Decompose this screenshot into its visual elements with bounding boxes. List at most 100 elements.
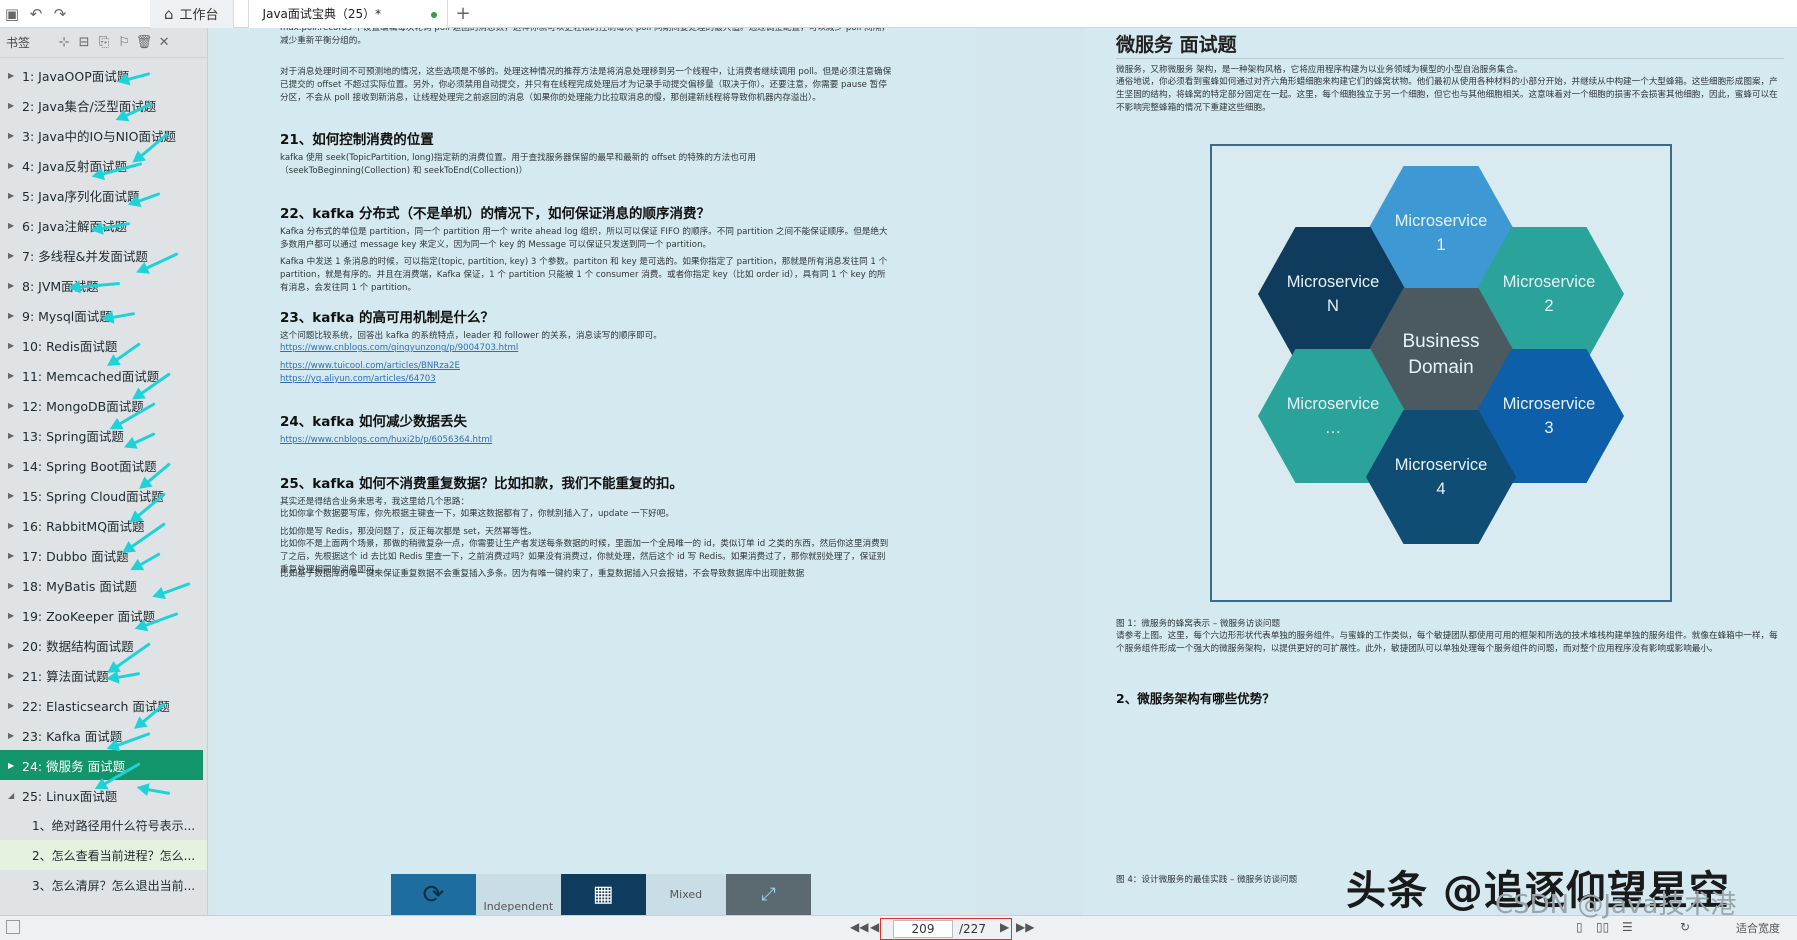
sidebar-title: 书签 <box>6 36 31 50</box>
sidebar-item[interactable]: ▶ 15: Spring Cloud面试题 <box>0 480 207 510</box>
expand-triangle-icon[interactable]: ▶ <box>8 671 20 680</box>
strip-label: Mixed <box>645 874 727 915</box>
save-icon[interactable]: ▣ <box>0 2 24 26</box>
paragraph: 请参考上图。这里，每个六边形形状代表单独的服务组件。与蜜蜂的工作类似，每个敏捷团… <box>1116 631 1778 654</box>
sidebar-child-item[interactable]: 1、绝对路径用什么符号表示... <box>0 810 207 840</box>
expand-triangle-icon[interactable]: ▶ <box>8 641 20 650</box>
sidebar-item[interactable]: ▶ 12: MongoDB面试题 <box>0 390 207 420</box>
sidebar-item[interactable]: ▶ 20: 数据结构面试题 <box>0 630 207 660</box>
title-divider <box>1116 58 1784 59</box>
expand-triangle-icon[interactable]: ▶ <box>8 311 20 320</box>
fit-width-button[interactable]: 适合宽度 <box>1736 920 1780 936</box>
tab-document[interactable]: Java面试宝典（25）* <box>247 0 448 28</box>
link[interactable]: https://www.cnblogs.com/qingyunzong/p/90… <box>280 342 518 355</box>
expand-triangle-icon[interactable]: ▶ <box>8 701 20 710</box>
collapse-all-icon[interactable]: ⊟ <box>74 35 94 50</box>
new-tab-button[interactable]: + <box>456 3 471 24</box>
expand-triangle-icon[interactable]: ▶ <box>8 101 20 110</box>
expand-triangle-icon[interactable]: ▶ <box>8 431 20 440</box>
watermark-csdn: CSDN @Java技术港 <box>1495 890 1737 920</box>
page-total: /227 <box>959 922 986 936</box>
sidebar-item[interactable]: ▶ 11: Memcached面试题 <box>0 360 207 390</box>
sidebar-item[interactable]: ▶ 16: RabbitMQ面试题 <box>0 510 207 540</box>
sidebar-child-item-selected[interactable]: 2、怎么查看当前进程？怎么... <box>0 840 207 870</box>
document-page-left: max.poll.records 中设置编辑每次轮询 poll 返回的消息数，这… <box>216 28 976 915</box>
expand-triangle-icon[interactable]: ▶ <box>8 161 20 170</box>
add-bookmark-icon[interactable]: ⎘ <box>94 35 114 50</box>
paragraph: 比如你拿个数据要写库，你先根据主键查一下，如果这数据都有了，你就别插入了，upd… <box>280 509 674 519</box>
next-page-icon[interactable]: ▶ <box>1000 920 1009 934</box>
sidebar-item-active[interactable]: ▶ 24: 微服务 面试题 <box>0 750 203 780</box>
expand-triangle-icon[interactable]: ▶ <box>8 131 20 140</box>
sidebar-item[interactable]: ▶ 5: Java序列化面试题 <box>0 180 207 210</box>
document-viewer[interactable]: max.poll.records 中设置编辑每次轮询 poll 返回的消息数，这… <box>216 28 1797 915</box>
heading-21: 21、如何控制消费的位置 <box>280 132 434 148</box>
expand-triangle-icon[interactable]: ▶ <box>8 71 20 80</box>
expand-triangle-icon[interactable]: ▶ <box>8 281 20 290</box>
collapse-triangle-icon[interactable]: ◢ <box>8 791 20 800</box>
sync-icon: ⟳ <box>391 874 476 915</box>
sidebar-item[interactable]: ▶ 1: JavaOOP面试题 <box>0 60 207 90</box>
expand-triangle-icon[interactable]: ▶ <box>8 761 20 770</box>
close-icon[interactable]: ✕ <box>154 35 174 50</box>
sidebar-item[interactable]: ▶ 14: Spring Boot面试题 <box>0 450 207 480</box>
title-tab-bar: ▣ ↶ ↷ ⌂ 工作台 Java面试宝典（25）* + <box>0 0 1797 28</box>
expand-triangle-icon[interactable]: ▶ <box>8 221 20 230</box>
last-page-icon[interactable]: ▶▶ <box>1016 920 1034 934</box>
paragraph: max.poll.records 中设置编辑每次轮询 poll 返回的消息数，这… <box>280 28 890 46</box>
sidebar-item[interactable]: ▶ 18: MyBatis 面试题 <box>0 570 207 600</box>
tab-document-label: Java面试宝典（25）* <box>262 7 382 21</box>
sidebar-item[interactable]: ▶ 13: Spring面试题 <box>0 420 207 450</box>
bookmark-list: ▶ 1: JavaOOP面试题 ▶ 2: Java集合/泛型面试题 ▶ 3: Java… <box>0 58 207 900</box>
link[interactable]: https://www.tuicool.com/articles/BNRza2E <box>280 360 460 373</box>
expand-triangle-icon[interactable]: ▶ <box>8 611 20 620</box>
sidebar-item[interactable]: ▶ 23: Kafka 面试题 <box>0 720 207 750</box>
sidebar-item[interactable]: ▶ 6: Java注解面试题 <box>0 210 207 240</box>
expand-triangle-icon[interactable]: ▶ <box>8 521 20 530</box>
expand-triangle-icon[interactable]: ▶ <box>8 251 20 260</box>
single-page-view-icon[interactable]: ▯ <box>1576 920 1583 934</box>
prev-page-icon[interactable]: ◀ <box>870 920 879 934</box>
expand-triangle-icon[interactable]: ▶ <box>8 731 20 740</box>
tab-home[interactable]: ⌂ 工作台 <box>150 0 234 28</box>
sidebar-item[interactable]: ▶ 10: Redis面试题 <box>0 330 207 360</box>
expand-triangle-icon[interactable]: ▶ <box>8 371 20 380</box>
sidebar-item[interactable]: ▶ 21: 算法面试题 <box>0 660 207 690</box>
expand-triangle-icon[interactable]: ▶ <box>8 581 20 590</box>
undo-icon[interactable]: ↶ <box>24 2 48 26</box>
paragraph: Kafka 中发送 1 条消息的时候，可以指定(topic, partition… <box>280 257 888 293</box>
sidebar-item[interactable]: ▶ 17: Dubbo 面试题 <box>0 540 207 570</box>
double-page-view-icon[interactable]: ▯▯ <box>1596 920 1609 934</box>
figure-strip: ⟳ Independent ▦ Mixed ⤢ <box>391 874 811 915</box>
paragraph: 比如基于数据库的唯一键来保证重复数据不会重复插入多条。因为有唯一键约束了，重复数… <box>280 569 805 579</box>
tab-home-label: 工作台 <box>179 8 219 23</box>
expand-triangle-icon[interactable]: ▶ <box>8 401 20 410</box>
first-page-icon[interactable]: ◀◀ <box>850 920 868 934</box>
expand-triangle-icon[interactable]: ▶ <box>8 491 20 500</box>
expand-triangle-icon[interactable]: ▶ <box>8 461 20 470</box>
microservice-hexagon-figure: Microservice 1 Microservice N Microservice… <box>1210 144 1672 602</box>
sidebar-item[interactable]: ▶ 3: Java中的IO与NIO面试题 <box>0 120 207 150</box>
unsaved-dot-icon <box>430 11 437 18</box>
delete-icon[interactable]: 🗑 <box>134 35 154 50</box>
expand-triangle-icon[interactable]: ▶ <box>8 191 20 200</box>
page-number-input[interactable]: 209 <box>893 920 953 938</box>
rotate-icon[interactable]: ↻ <box>1680 920 1690 934</box>
expand-triangle-icon[interactable]: ▶ <box>8 341 20 350</box>
expand-triangle-icon[interactable]: ▶ <box>8 551 20 560</box>
continuous-view-icon[interactable]: ☰ <box>1622 920 1633 934</box>
thumbnail-toggle-icon[interactable] <box>6 920 20 934</box>
paragraph: kafka 使用 seek(TopicPartition, long)指定新的消… <box>280 153 756 176</box>
sidebar-toolbar: 书签 ⊹ ⊟ ⎘ ⚐ 🗑 ✕ <box>0 28 207 58</box>
link[interactable]: https://www.cnblogs.com/huxi2b/p/6056364… <box>280 434 492 447</box>
sidebar-item[interactable]: ▶ 2: Java集合/泛型面试题 <box>0 90 207 120</box>
bookmark-icon[interactable]: ⚐ <box>114 35 134 50</box>
sidebar-item[interactable]: ▶ 22: Elasticsearch 面试题 <box>0 690 207 720</box>
grid-icon: ▦ <box>560 874 646 915</box>
strip-label: Independent <box>475 874 561 915</box>
expand-all-icon[interactable]: ⊹ <box>54 35 74 50</box>
redo-icon[interactable]: ↷ <box>48 2 72 26</box>
heading-2: 2、微服务架构有哪些优势？ <box>1116 691 1275 706</box>
link[interactable]: https://yq.aliyun.com/articles/64703 <box>280 373 436 386</box>
sidebar-child-item[interactable]: 3、怎么清屏？怎么退出当前... <box>0 870 207 900</box>
